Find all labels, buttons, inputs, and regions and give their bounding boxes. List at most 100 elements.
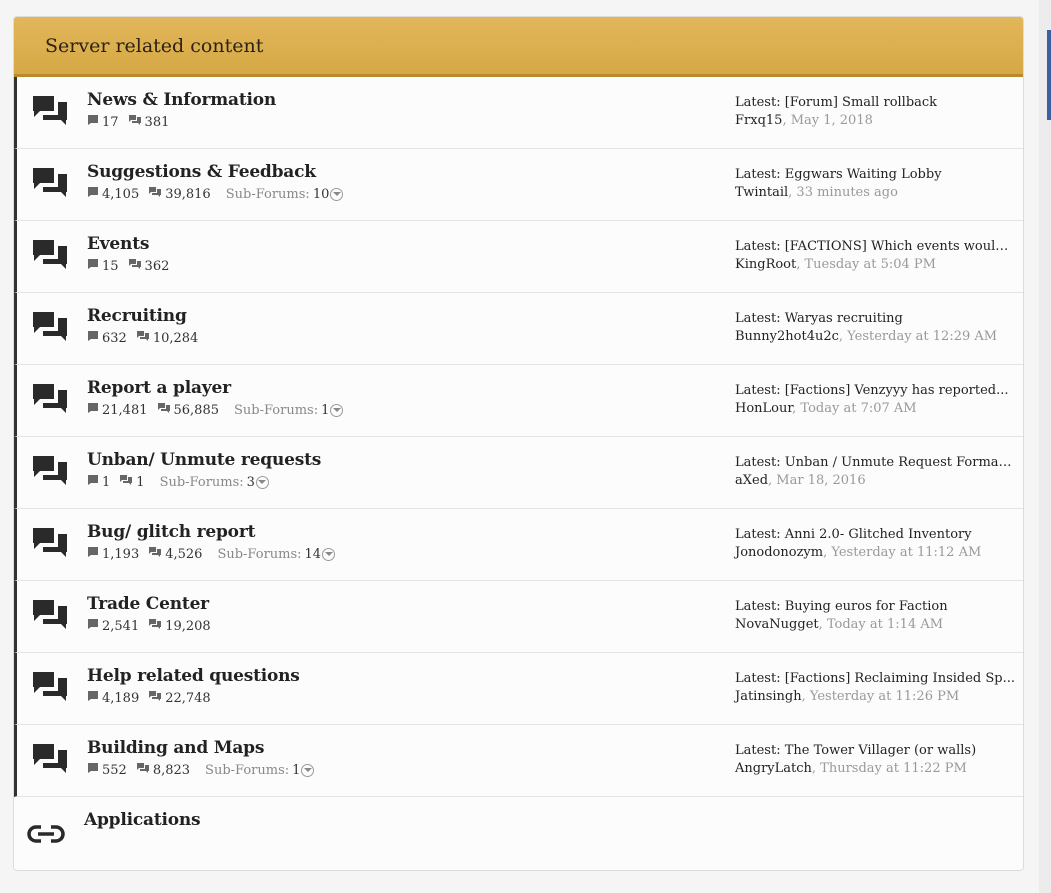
subforums-label: Sub-Forums: [217,546,302,562]
messages-icon [128,258,145,274]
latest-time[interactable]: Thursday at 11:22 PM [820,761,967,776]
latest-thread-link[interactable]: Anni 2.0- Glitched Inventory [785,527,972,542]
subforums-toggle[interactable]: Sub-Forums: 10 [226,187,344,202]
forum-main: Unban/ Unmute requests 1 1 Sub-Forums: 3 [87,450,321,490]
latest-time[interactable]: Yesterday at 12:29 AM [847,329,997,344]
latest-user-link[interactable]: HonLour [735,401,792,416]
forum-title[interactable]: Building and Maps [87,738,264,758]
latest-user-link[interactable]: KingRoot [735,257,796,272]
chat-bubbles-icon [31,310,69,344]
chevron-down-icon[interactable] [330,187,344,201]
latest-time[interactable]: Yesterday at 11:12 AM [831,545,981,560]
subforums-toggle[interactable]: Sub-Forums: 1 [234,403,344,418]
latest-thread-link[interactable]: The Tower Villager (or walls) [785,743,976,758]
threads-stat: 17 [87,114,119,130]
latest-time[interactable]: Mar 18, 2016 [776,473,865,488]
subforums-label: Sub-Forums: [225,186,310,202]
chevron-down-icon[interactable] [301,763,315,777]
latest-thread-link[interactable]: Eggwars Waiting Lobby [785,167,942,182]
subforums-toggle[interactable]: Sub-Forums: 14 [217,546,336,562]
latest-meta: Jonodonozym, Yesterday at 11:12 AM [735,545,982,560]
messages-count: 10,284 [152,330,199,346]
messages-icon [128,114,145,130]
forum-title[interactable]: Report a player [87,378,231,398]
forum-title[interactable]: Unban/ Unmute requests [87,450,321,470]
latest-thread-link[interactable]: Unban / Unmute Request Format... [785,455,1015,470]
latest-user-link[interactable]: Jonodonozym [735,545,823,560]
latest-thread-link[interactable]: Buying euros for Faction [785,599,948,614]
thread-icon [87,258,102,274]
chat-bubbles-icon [31,238,69,272]
latest-thread-line: Latest: The Tower Villager (or walls) [735,742,1015,760]
threads-stat: 4,189 [87,690,139,706]
latest-post: Latest: Buying euros for Faction NovaNug… [735,598,1015,634]
latest-time[interactable]: May 1, 2018 [791,113,873,128]
thread-icon [87,402,102,418]
latest-prefix: Latest: [735,599,785,614]
latest-thread-line: Latest: Unban / Unmute Request Format... [735,454,1015,472]
latest-user-link[interactable]: Jatinsingh [735,689,802,704]
latest-thread-link[interactable]: Waryas recruiting [785,311,903,326]
messages-icon [148,690,165,706]
category-title[interactable]: Server related content [45,35,263,57]
subforums-toggle[interactable]: Sub-Forums: 3 [160,475,269,490]
latest-thread-line: Latest: [FACTIONS] Which events would... [735,238,1015,256]
subforums-count: 10 [312,186,330,202]
messages-stat: 56,885 [157,402,219,418]
latest-user-link[interactable]: Twintail [735,185,788,200]
messages-stat: 381 [128,114,170,130]
threads-count: 2,541 [102,618,140,634]
latest-prefix: Latest: [735,455,785,470]
subforums-toggle[interactable]: Sub-Forums: 1 [205,763,315,778]
node-list: News & Information 17 381 Latest: [Forum… [14,77,1023,797]
chevron-down-icon[interactable] [330,403,344,417]
messages-count: 362 [144,258,170,274]
latest-prefix: Latest: [735,311,785,326]
forum-title[interactable]: Trade Center [87,594,209,614]
latest-time[interactable]: Tuesday at 5:04 PM [805,257,936,272]
latest-thread-line: Latest: [Factions] Reclaiming Insided Sp… [735,670,1015,688]
messages-stat: 39,816 [148,186,211,202]
latest-user-link[interactable]: AngryLatch [735,761,812,776]
latest-thread-link[interactable]: [Forum] Small rollback [785,95,937,110]
forum-row: Help related questions 4,189 22,748 Late… [14,653,1023,725]
messages-stat: 19,208 [148,618,211,634]
latest-time[interactable]: Today at 1:14 AM [827,617,943,632]
latest-time[interactable]: Today at 7:07 AM [800,401,916,416]
threads-stat: 552 [87,762,127,778]
latest-time[interactable]: 33 minutes ago [796,185,898,200]
latest-post: Latest: The Tower Villager (or walls) An… [735,742,1015,778]
forum-title[interactable]: Bug/ glitch report [87,522,255,542]
latest-user-link[interactable]: aXed [735,473,768,488]
forum-title[interactable]: Events [87,234,149,254]
forum-row: Bug/ glitch report 1,193 4,526 Sub-Forum… [14,509,1023,581]
latest-thread-line: Latest: Eggwars Waiting Lobby [735,166,1015,184]
forum-title[interactable]: Help related questions [87,666,300,686]
forum-title[interactable]: Suggestions & Feedback [87,162,316,182]
threads-count: 15 [102,258,119,274]
chevron-down-icon[interactable] [322,547,336,561]
latest-meta: Twintail, 33 minutes ago [735,185,898,200]
latest-user-link[interactable]: NovaNugget [735,617,819,632]
latest-thread-link[interactable]: [FACTIONS] Which events would... [785,239,1015,254]
latest-time[interactable]: Yesterday at 11:26 PM [810,689,959,704]
messages-stat: 4,526 [148,546,202,562]
forum-main: Building and Maps 552 8,823 Sub-Forums: … [87,738,315,778]
category-header[interactable]: Server related content [14,17,1023,77]
threads-count: 21,481 [102,402,148,418]
latest-post: Latest: Unban / Unmute Request Format...… [735,454,1015,490]
latest-thread-link[interactable]: [Factions] Venzyyy has reported... [785,383,1009,398]
messages-icon [148,546,165,562]
latest-prefix: Latest: [735,239,785,254]
messages-count: 381 [144,114,170,130]
forum-title[interactable]: Recruiting [87,306,187,326]
latest-user-link[interactable]: Bunny2hot4u2c [735,329,839,344]
latest-user-link[interactable]: Frxq15 [735,113,782,128]
latest-thread-link[interactable]: [Factions] Reclaiming Insided Sp... [785,671,1015,686]
link-forum-title[interactable]: Applications [84,810,201,830]
thread-icon [87,618,102,634]
latest-thread-line: Latest: Waryas recruiting [735,310,1015,328]
chevron-down-icon[interactable] [255,475,269,489]
forum-stats: 632 10,284 [87,330,207,346]
forum-title[interactable]: News & Information [87,90,276,110]
